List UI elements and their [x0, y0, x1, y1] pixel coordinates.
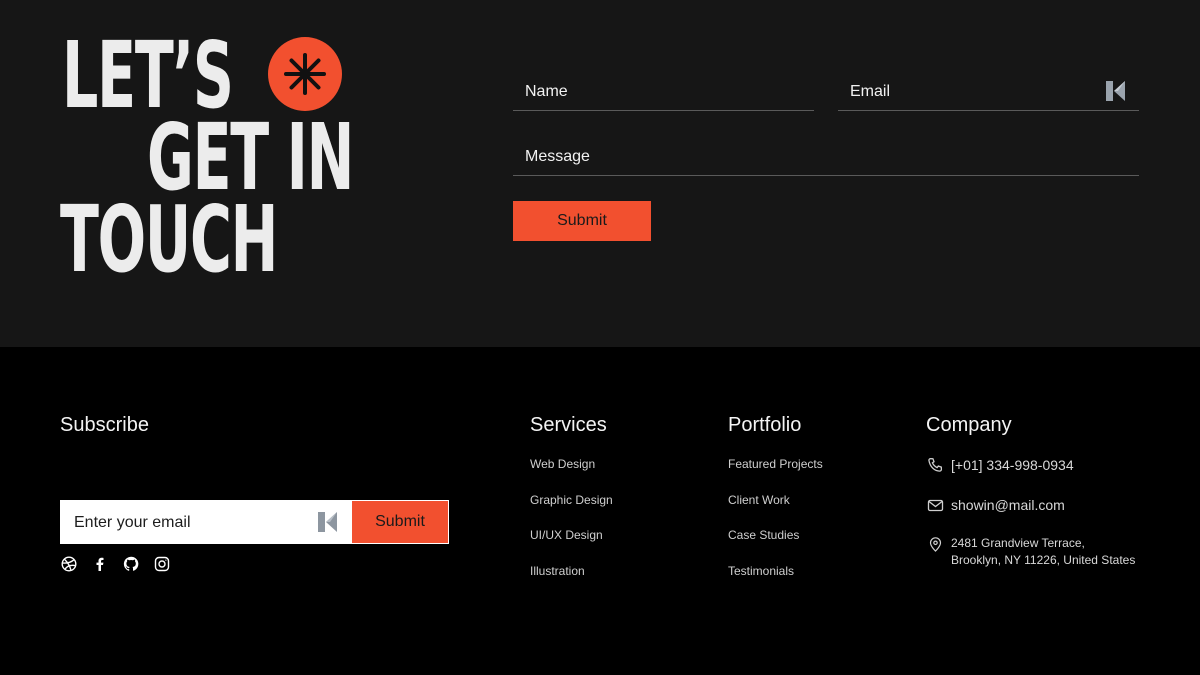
- dribbble-icon[interactable]: [60, 555, 77, 572]
- location-pin-icon: [926, 535, 944, 553]
- autofill-k-icon[interactable]: [317, 511, 339, 538]
- company-title: Company: [926, 414, 1012, 436]
- footer: Subscribe Services Portfolio Company Ent…: [0, 347, 1200, 675]
- services-link-web-design[interactable]: Web Design: [530, 457, 613, 493]
- company-phone[interactable]: [+01] 334-998-0934: [926, 456, 1074, 474]
- services-links: Web Design Graphic Design UI/UX Design I…: [530, 457, 613, 599]
- portfolio-link-case-studies[interactable]: Case Studies: [728, 528, 823, 564]
- github-icon[interactable]: [122, 555, 139, 572]
- autofill-k-icon[interactable]: [1105, 80, 1127, 107]
- services-title: Services: [530, 414, 607, 436]
- portfolio-link-featured-projects[interactable]: Featured Projects: [728, 457, 823, 493]
- email-field-label: Email: [850, 83, 891, 100]
- portfolio-link-testimonials[interactable]: Testimonials: [728, 564, 823, 600]
- company-email-text: showin@mail.com: [951, 497, 1065, 513]
- message-field-label: Message: [525, 148, 590, 165]
- contact-section: LET’S GET IN TOUCH Name Email Message Su…: [0, 0, 1200, 347]
- services-link-illustration[interactable]: Illustration: [530, 564, 613, 600]
- company-address: 2481 Grandview Terrace, Brooklyn, NY 112…: [926, 535, 1135, 569]
- subscribe-title: Subscribe: [60, 414, 149, 436]
- instagram-icon[interactable]: [153, 555, 170, 572]
- phone-icon: [926, 456, 944, 474]
- asterisk-badge-icon: [268, 37, 342, 111]
- address-line-2: Brooklyn, NY 11226, United States: [951, 553, 1136, 567]
- social-links: [60, 555, 170, 572]
- company-phone-text: [+01] 334-998-0934: [951, 457, 1074, 473]
- portfolio-links: Featured Projects Client Work Case Studi…: [728, 457, 823, 599]
- message-field[interactable]: Message: [513, 136, 1139, 176]
- services-link-ui-ux-design[interactable]: UI/UX Design: [530, 528, 613, 564]
- portfolio-link-client-work[interactable]: Client Work: [728, 493, 823, 529]
- name-field[interactable]: Name: [513, 71, 814, 111]
- subscribe-submit-button[interactable]: Submit: [352, 501, 448, 543]
- headline-line-3: TOUCH: [60, 186, 278, 293]
- services-link-graphic-design[interactable]: Graphic Design: [530, 493, 613, 529]
- portfolio-title: Portfolio: [728, 414, 802, 436]
- subscribe-form: Enter your email Submit: [60, 500, 449, 544]
- subscribe-email-input[interactable]: Enter your email: [74, 514, 191, 532]
- address-line-1: 2481 Grandview Terrace,: [951, 536, 1085, 550]
- company-email[interactable]: showin@mail.com: [926, 496, 1065, 514]
- contact-submit-button[interactable]: Submit: [513, 201, 651, 241]
- facebook-icon[interactable]: [91, 555, 108, 572]
- name-field-label: Name: [525, 83, 568, 100]
- mail-icon: [926, 496, 944, 514]
- email-field[interactable]: Email: [838, 71, 1139, 111]
